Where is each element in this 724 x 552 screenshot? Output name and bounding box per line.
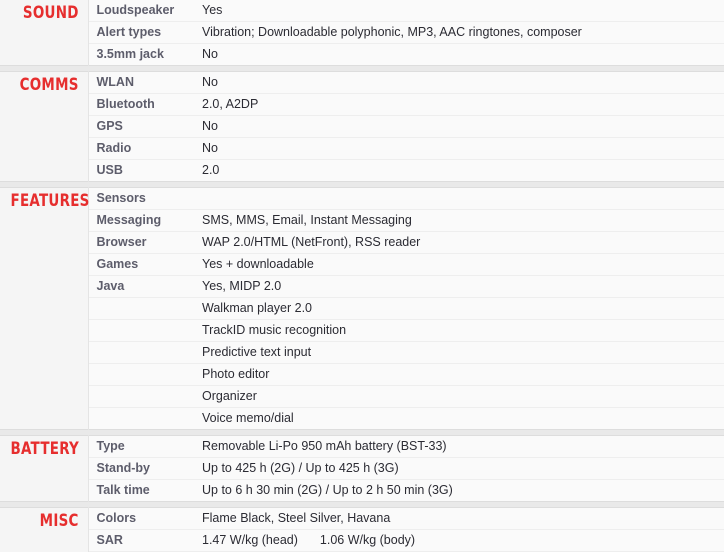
- spec-row: Voice memo/dial: [0, 407, 724, 430]
- section-header-misc: MISC: [0, 507, 89, 552]
- spec-label: WLAN: [88, 71, 196, 94]
- spec-label: Talk time: [88, 479, 196, 502]
- spec-label: Alert types: [88, 21, 196, 44]
- spec-row: Alert types Vibration; Downloadable polyp…: [0, 21, 724, 44]
- spec-label: Type: [88, 435, 196, 458]
- spec-label: Bluetooth: [88, 93, 196, 116]
- spec-row: BATTERY Type Removable Li-Po 950 mAh batte…: [0, 435, 724, 502]
- spec-value: Flame Black, Steel Silver, Havana: [196, 507, 724, 530]
- section-header-features: FEATURES: [0, 187, 90, 430]
- spec-label: Radio: [88, 137, 196, 160]
- spec-value: Photo editor: [196, 363, 724, 386]
- spec-label: SAR: [88, 529, 196, 552]
- spec-row: SOUND Loudspeaker Yes: [0, 0, 724, 66]
- spec-value: No: [196, 115, 724, 138]
- spec-row: SAR 1.47 W/kg (head) 1.06 W/kg (body): [0, 529, 724, 552]
- spec-label: Sensors: [88, 187, 196, 210]
- spec-row: Games Yes + downloadable: [0, 253, 724, 276]
- spec-value: SMS, MMS, Email, Instant Messaging: [196, 209, 724, 232]
- spec-value: Vibration; Downloadable polyphonic, MP3,…: [196, 21, 724, 44]
- spec-row: Predictive text input: [0, 341, 724, 364]
- spec-value: No: [196, 71, 724, 94]
- spec-row: Java Yes, MIDP 2.0: [0, 275, 724, 298]
- spec-label: Games: [88, 253, 196, 276]
- spec-row: 3.5mm jack No: [0, 43, 724, 66]
- spec-value: Voice memo/dial: [196, 407, 724, 430]
- spec-value: Removable Li-Po 950 mAh battery (BST-33): [196, 435, 724, 458]
- spec-label: Messaging: [88, 209, 196, 232]
- section-title: MISC: [39, 511, 79, 531]
- spec-label-empty: [88, 297, 196, 320]
- spec-label-empty: [88, 363, 196, 386]
- spec-label: Java: [88, 275, 196, 298]
- spec-label: Stand-by: [88, 457, 196, 480]
- spec-row: Stand-by Up to 425 h (2G) / Up to 425 h (…: [0, 457, 724, 480]
- spec-row: Bluetooth 2.0, A2DP: [0, 93, 724, 116]
- spec-label-empty: [88, 341, 196, 364]
- spec-label: Loudspeaker: [88, 0, 196, 22]
- spec-value: Predictive text input: [196, 341, 724, 364]
- section-header-battery: BATTERY: [0, 435, 89, 502]
- spec-row: Radio No: [0, 137, 724, 160]
- specification-table: SOUND Loudspeaker Yes Alert types Vibration;…: [0, 0, 724, 552]
- spec-row: TrackID music recognition: [0, 319, 724, 342]
- spec-row: Talk time Up to 6 h 30 min (2G) / Up to 2…: [0, 479, 724, 502]
- spec-value: [196, 187, 724, 210]
- spec-row: Browser WAP 2.0/HTML (NetFront), RSS read…: [0, 231, 724, 254]
- spec-label: Colors: [88, 507, 196, 530]
- spec-value-primary: 1.47 W/kg (head): [202, 533, 298, 547]
- section-title: SOUND: [22, 3, 79, 23]
- spec-row: Messaging SMS, MMS, Email, Instant Messag…: [0, 209, 724, 232]
- spec-row: Organizer: [0, 385, 724, 408]
- spec-row: COMMS WLAN No: [0, 71, 724, 182]
- spec-row: GPS No: [0, 115, 724, 138]
- spec-value: Up to 425 h (2G) / Up to 425 h (3G): [196, 457, 724, 480]
- spec-label: Browser: [88, 231, 196, 254]
- spec-value: Yes + downloadable: [196, 253, 724, 276]
- section-title: BATTERY: [10, 439, 80, 459]
- spec-label: USB: [88, 159, 196, 182]
- spec-label-empty: [88, 319, 196, 342]
- spec-row: Photo editor: [0, 363, 724, 386]
- spec-row: MISC Colors Flame Black, Steel Silver, Hav…: [0, 507, 724, 552]
- spec-value: WAP 2.0/HTML (NetFront), RSS reader: [196, 231, 724, 254]
- spec-value: Up to 6 h 30 min (2G) / Up to 2 h 50 min…: [196, 479, 724, 502]
- spec-value: Yes: [196, 0, 724, 22]
- spec-label-empty: [88, 385, 196, 408]
- spec-label: 3.5mm jack: [88, 43, 196, 66]
- spec-value: TrackID music recognition: [196, 319, 724, 342]
- spec-value: 2.0: [196, 159, 724, 182]
- spec-value: No: [196, 137, 724, 160]
- spec-value: Walkman player 2.0: [196, 297, 724, 320]
- spec-label: GPS: [88, 115, 196, 138]
- spec-value: 1.47 W/kg (head) 1.06 W/kg (body): [196, 529, 724, 552]
- spec-row: USB 2.0: [0, 159, 724, 182]
- spec-row: FEATURES Sensors: [0, 187, 724, 430]
- spec-value-secondary: 1.06 W/kg (body): [319, 533, 416, 547]
- spec-value: 2.0, A2DP: [196, 93, 724, 116]
- section-header-sound: SOUND: [0, 0, 89, 66]
- spec-row: Walkman player 2.0: [0, 297, 724, 320]
- spec-value: Organizer: [196, 385, 724, 408]
- spec-value: No: [196, 43, 724, 66]
- spec-value: Yes, MIDP 2.0: [196, 275, 724, 298]
- spec-label-empty: [88, 407, 196, 430]
- section-header-comms: COMMS: [0, 71, 89, 182]
- section-title: COMMS: [19, 75, 79, 95]
- section-title: FEATURES: [10, 191, 90, 211]
